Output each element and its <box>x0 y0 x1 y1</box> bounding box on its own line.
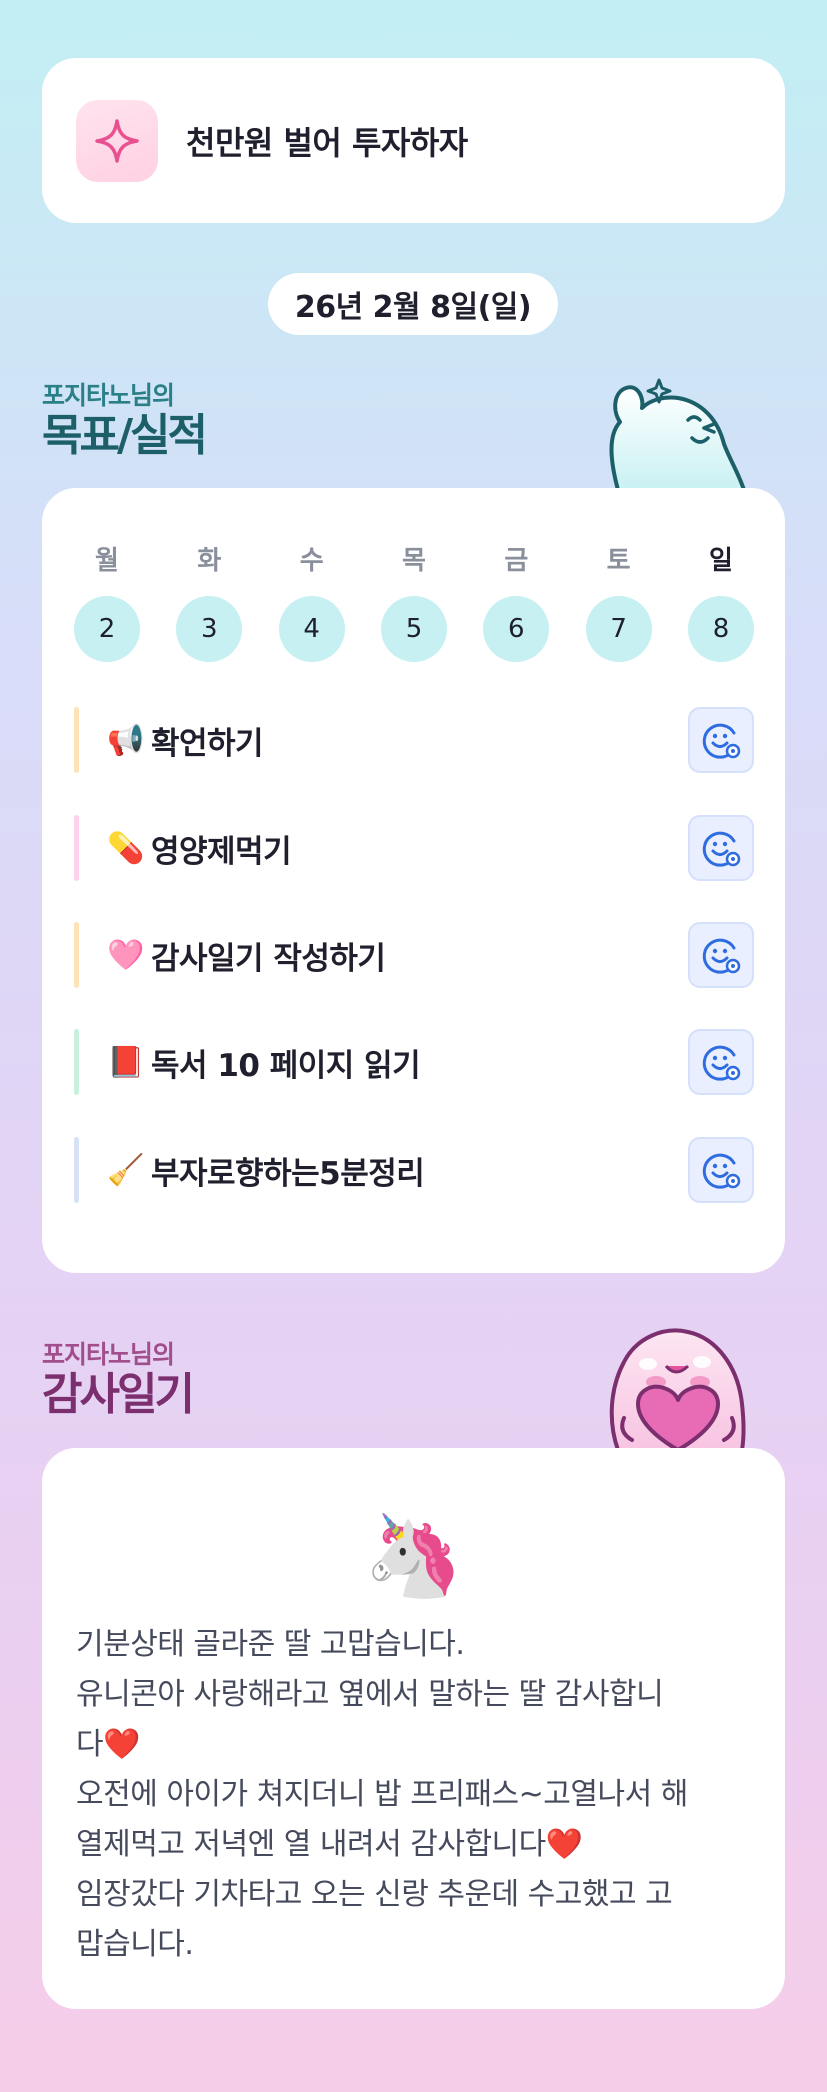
task-row: 📢 확언하기 <box>74 706 754 774</box>
mood-check-button[interactable] <box>688 815 754 881</box>
pink-heart-icon: 🩷 <box>107 937 145 973</box>
diary-section-title: 감사일기 <box>42 1369 195 1420</box>
task-row: 📕 독서 10 페이지 읽기 <box>74 1028 754 1096</box>
day-button-selected[interactable]: 8 <box>687 596 754 662</box>
task-label: 독서 10 페이지 읽기 <box>151 1047 421 1084</box>
weekday-label: 토 <box>606 546 631 576</box>
diary-section-subtitle: 포지타노님의 <box>42 1340 175 1369</box>
task-label: 부자로향하는5분정리 <box>151 1155 425 1192</box>
task-color-bar <box>74 1029 79 1095</box>
smiley-check-icon <box>702 1045 741 1081</box>
task-color-bar <box>74 922 79 988</box>
task-color-bar <box>74 1137 79 1203</box>
weekday-label-active: 일 <box>709 546 733 576</box>
date-selector[interactable]: 26년 2월 8일(일) <box>268 273 558 335</box>
day-button[interactable]: 2 <box>74 596 140 662</box>
diary-entry-text: 기분상태 골라준 딸 고맙습니다. 유니콘아 사랑해라고 옆에서 말하는 딸 감… <box>76 1627 688 1962</box>
task-label: 확언하기 <box>151 725 264 762</box>
day-button[interactable]: 4 <box>278 596 345 662</box>
smiley-check-icon <box>702 938 741 974</box>
book-icon: 📕 <box>107 1044 145 1080</box>
smiley-check-icon <box>702 1153 741 1189</box>
goal-text: 천만원 벌어 투자하자 <box>186 123 468 162</box>
mood-check-button[interactable] <box>688 707 754 773</box>
weekday-row: 월 화 수 목 금 토 일 <box>74 540 754 577</box>
goal-card[interactable]: 천만원 벌어 투자하자 <box>42 58 785 223</box>
day-button[interactable]: 6 <box>483 596 550 662</box>
waving-mascot-icon <box>609 378 746 490</box>
task-row: 💊 영양제먹기 <box>74 814 754 882</box>
heart-mascot-icon <box>609 1328 746 1452</box>
task-color-bar <box>74 707 79 773</box>
smiley-check-icon <box>702 723 741 759</box>
weekday-label: 수 <box>299 546 324 576</box>
day-button[interactable]: 7 <box>585 596 652 662</box>
day-number-row: 2 3 4 5 6 7 8 <box>74 596 754 662</box>
task-row: 🩷 감사일기 작성하기 <box>74 921 754 989</box>
sparkle-icon <box>76 99 158 182</box>
record-section-subtitle: 포지타노님의 <box>42 381 175 410</box>
weekday-label: 금 <box>504 546 529 576</box>
day-button[interactable]: 3 <box>176 596 243 662</box>
pill-icon: 💊 <box>107 830 145 866</box>
weekday-label: 화 <box>197 546 222 576</box>
diary-section-header: 포지타노님의 감사일기 <box>42 1335 195 1420</box>
record-section-title: 목표/실적 <box>42 410 208 461</box>
task-color-bar <box>74 815 79 881</box>
gratitude-diary-card: 🦄 기분상태 골라준 딸 고맙습니다. 유니콘아 사랑해라고 옆에서 말하는 딸… <box>42 1448 785 2009</box>
smiley-check-icon <box>702 831 741 867</box>
weekday-label: 월 <box>95 546 119 576</box>
mood-check-button[interactable] <box>688 922 754 988</box>
task-row: 🧹 부자로향하는5분정리 <box>74 1136 754 1204</box>
weekday-label: 목 <box>402 546 426 576</box>
goals-record-card: 월 화 수 목 금 토 일 2 3 4 5 6 7 8 📢 확언하기 💊 영양제… <box>42 488 785 1273</box>
record-section-header: 포지타노님의 목표/실적 <box>42 376 208 461</box>
task-label: 영양제먹기 <box>151 833 292 870</box>
mood-check-button[interactable] <box>688 1137 754 1203</box>
mood-check-button[interactable] <box>688 1029 754 1095</box>
day-button[interactable]: 5 <box>380 596 447 662</box>
unicorn-icon: 🦄 <box>363 1509 464 1602</box>
broom-icon: 🧹 <box>107 1152 145 1188</box>
megaphone-icon: 📢 <box>107 722 145 758</box>
task-label: 감사일기 작성하기 <box>151 940 386 977</box>
